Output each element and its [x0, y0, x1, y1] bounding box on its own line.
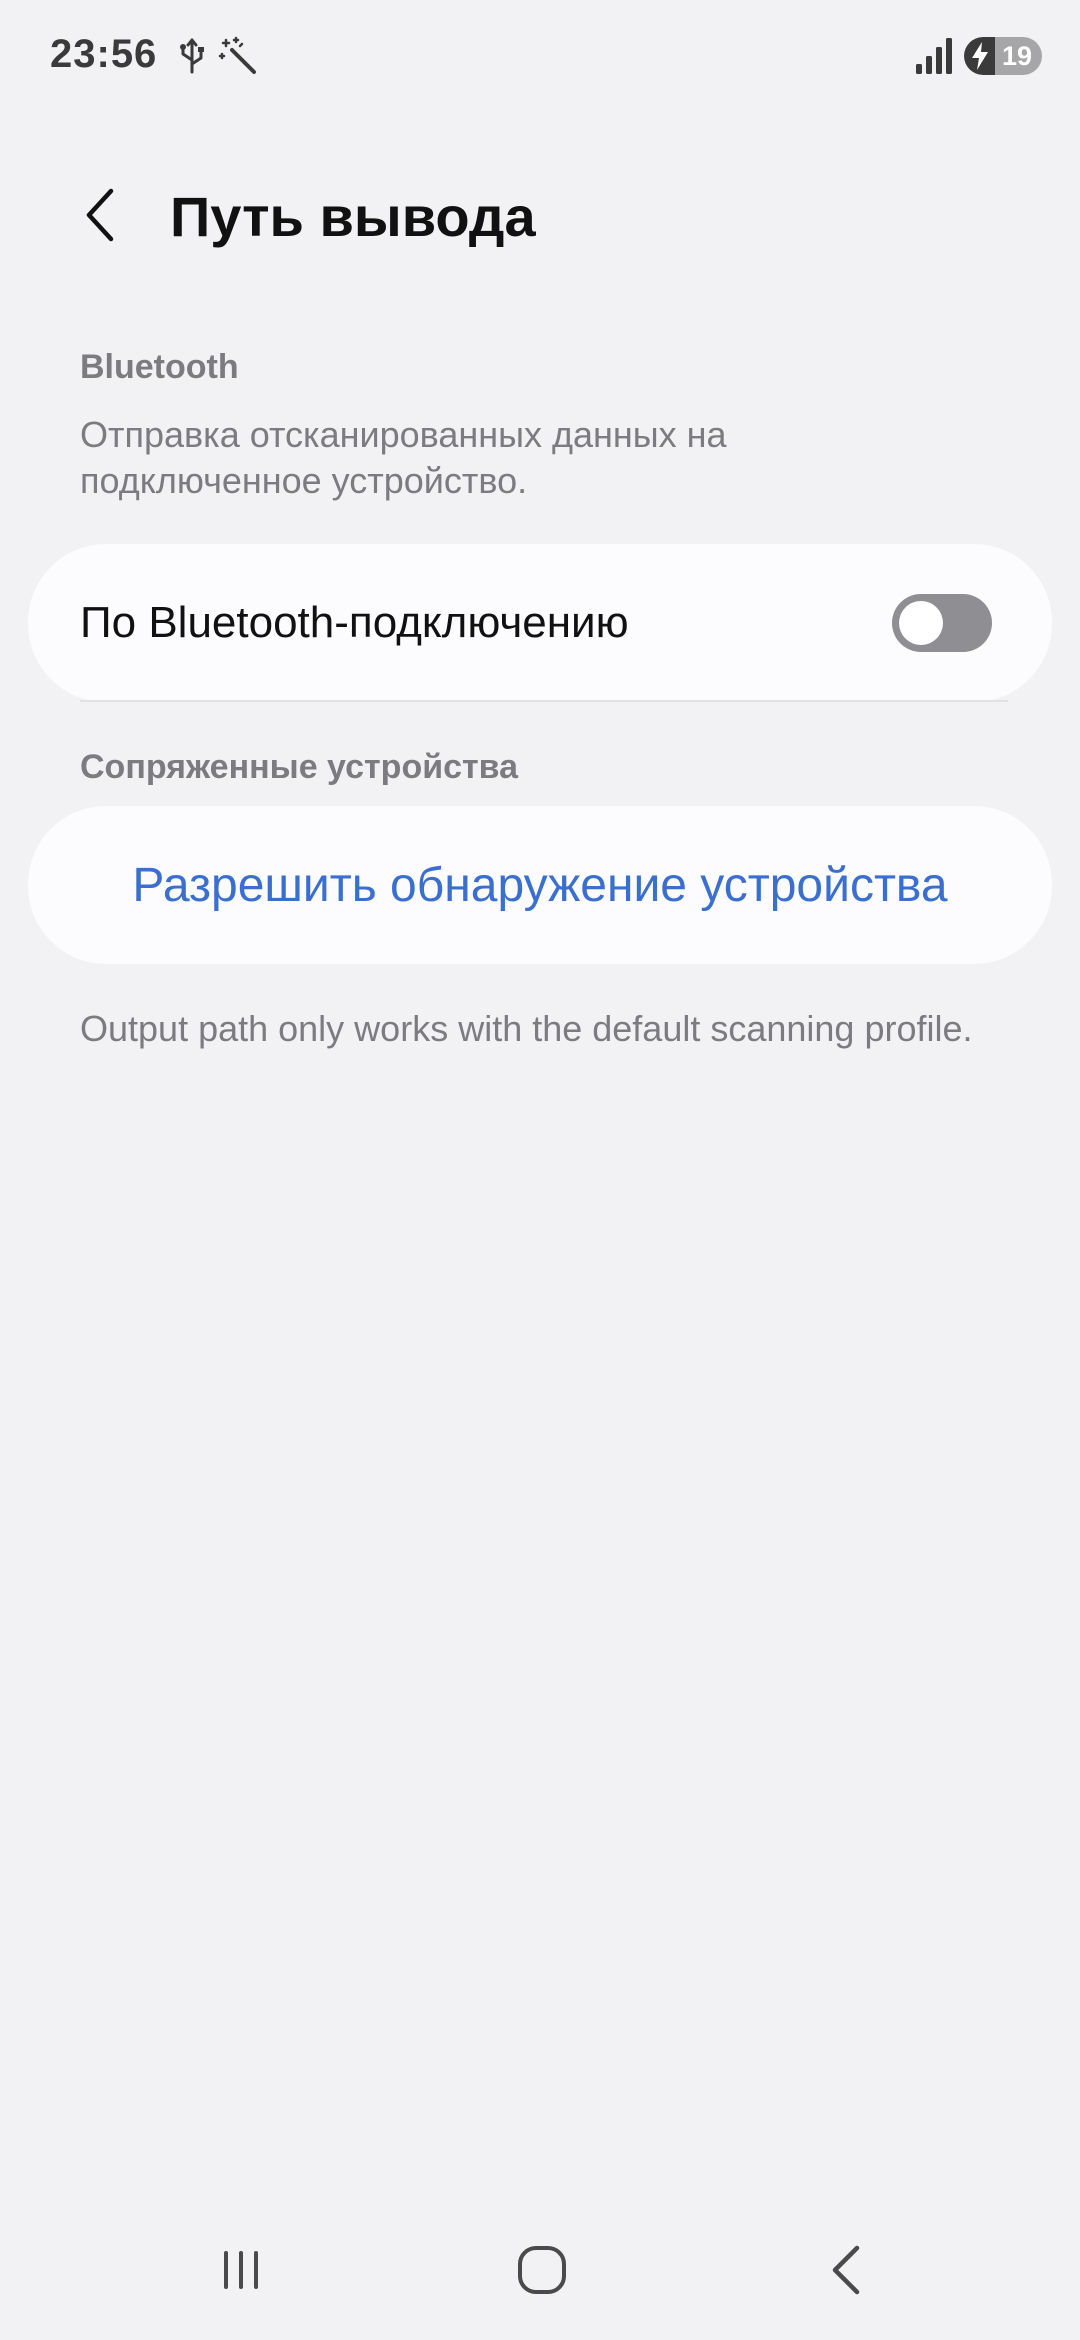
- usb-icon: [180, 38, 204, 74]
- nav-back-button[interactable]: [796, 2220, 896, 2320]
- recent-apps-button[interactable]: [191, 2220, 291, 2320]
- screen: 23:56 19 Путь вывода Bluetooth Отправка …: [0, 0, 1080, 2340]
- divider: [80, 700, 1008, 702]
- status-time: 23:56: [50, 32, 158, 76]
- make-discoverable-label: Разрешить обнаружение устройства: [132, 859, 948, 912]
- make-discoverable-button[interactable]: Разрешить обнаружение устройства: [28, 806, 1052, 964]
- signal-icon: [916, 38, 952, 74]
- footer-note: Output path only works with the default …: [80, 1008, 973, 1049]
- battery-level: 19: [1001, 41, 1032, 71]
- section-label-paired-devices: Сопряженные устройства: [80, 748, 519, 786]
- bluetooth-toggle-switch[interactable]: [892, 594, 992, 652]
- back-icon: [832, 2245, 860, 2295]
- magic-wand-icon: [218, 36, 256, 74]
- chevron-left-icon: [86, 188, 114, 242]
- back-button[interactable]: [66, 180, 136, 250]
- recent-apps-icon: [224, 2251, 258, 2289]
- bluetooth-toggle-label: По Bluetooth-подключению: [80, 598, 629, 647]
- home-icon: [518, 2246, 566, 2294]
- page-title: Путь вывода: [170, 185, 536, 248]
- battery-indicator: 19: [964, 37, 1042, 75]
- app-header: Путь вывода: [0, 160, 1080, 270]
- switch-knob: [899, 601, 943, 645]
- section-label-bluetooth: Bluetooth: [80, 348, 239, 386]
- home-button[interactable]: [492, 2220, 592, 2320]
- status-bar: 23:56 19: [0, 0, 1080, 110]
- bluetooth-toggle-row[interactable]: По Bluetooth-подключению: [28, 544, 1052, 702]
- navigation-bar: [0, 2200, 1080, 2340]
- bluetooth-description: Отправка отсканированных данных на подкл…: [80, 414, 727, 501]
- battery-charging-icon: [972, 42, 988, 70]
